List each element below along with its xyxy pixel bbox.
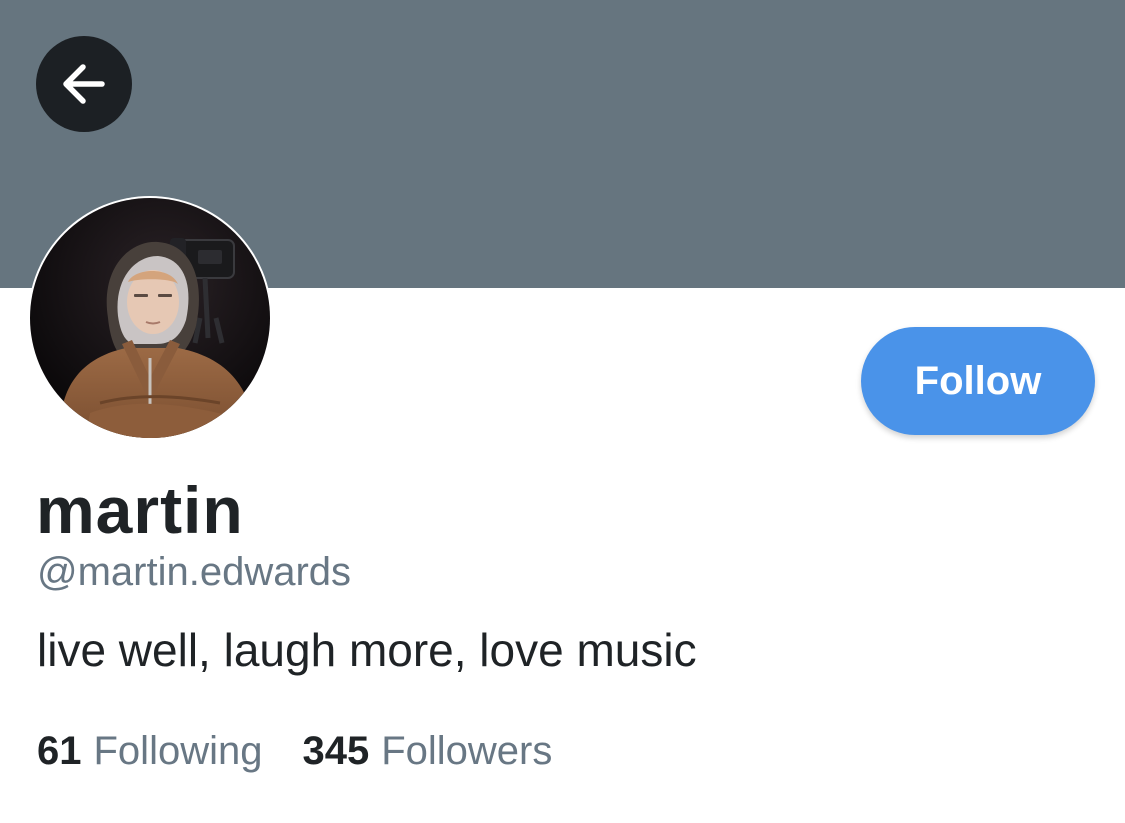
display-name: martin xyxy=(36,473,244,547)
avatar[interactable] xyxy=(30,198,270,438)
username-handle: @martin.edwards xyxy=(37,550,352,594)
profile-page: Follow martin @martin.edwards live well,… xyxy=(0,0,1125,823)
profile-photo xyxy=(30,198,270,438)
following-link[interactable]: 61 Following xyxy=(37,726,262,776)
back-button[interactable] xyxy=(36,36,132,132)
follow-button[interactable]: Follow xyxy=(861,327,1095,435)
followers-link[interactable]: 345 Followers xyxy=(302,726,552,776)
followers-label: Followers xyxy=(381,729,553,773)
profile-stats: 61 Following 345 Followers xyxy=(37,726,552,776)
profile-bio: live well, laugh more, love music xyxy=(37,624,697,676)
followers-count: 345 xyxy=(302,729,370,773)
arrow-left-icon xyxy=(63,64,105,104)
following-label: Following xyxy=(93,729,263,773)
following-count: 61 xyxy=(37,729,82,773)
